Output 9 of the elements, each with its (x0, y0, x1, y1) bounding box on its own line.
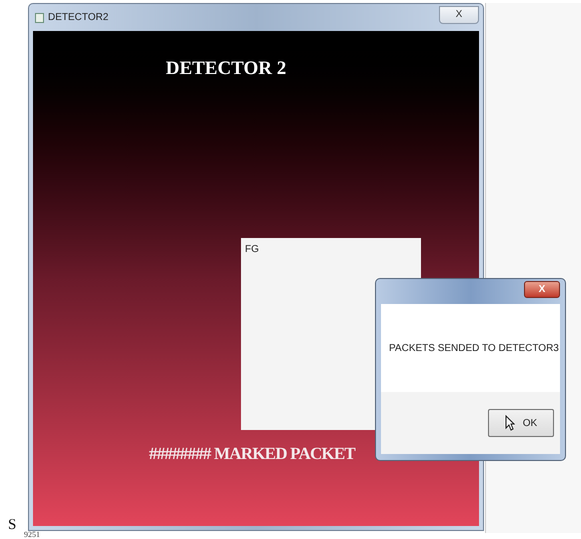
page-letter: S (8, 516, 16, 535)
window-title: DETECTOR2 (48, 11, 108, 25)
heading: DETECTOR 2 (166, 57, 286, 81)
pointer-icon (504, 415, 515, 431)
page-number: 9251 (24, 530, 40, 539)
close-button[interactable]: X (439, 6, 479, 24)
app-icon (35, 12, 44, 22)
footer-text: ######## MARKED PACKET (148, 442, 355, 464)
ok-button[interactable]: OK (488, 409, 554, 437)
